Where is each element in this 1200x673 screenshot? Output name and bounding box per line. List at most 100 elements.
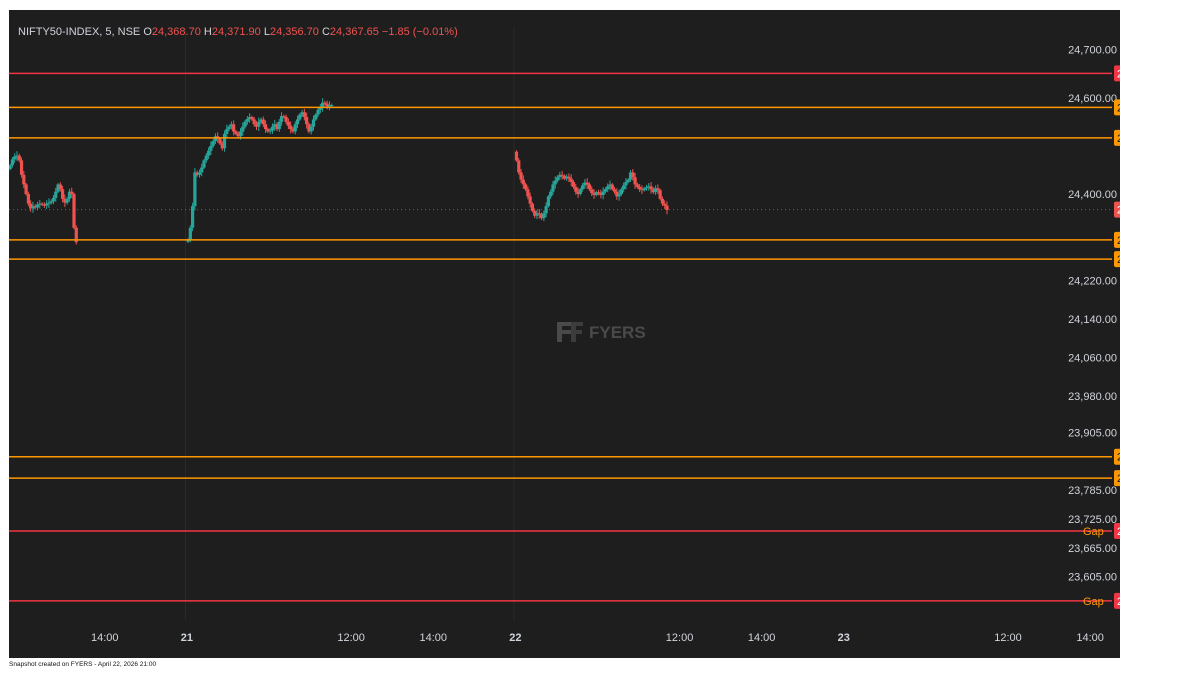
candle-body	[642, 188, 646, 191]
candle-body	[51, 197, 56, 202]
x-tick-label: 14:00	[419, 632, 447, 644]
gap-note: Gap	[1083, 596, 1104, 608]
candle-body	[24, 184, 28, 195]
candle	[658, 188, 662, 201]
ohlc-header: NIFTY50-INDEX, 5, NSE O24,368.70 H24,371…	[18, 26, 458, 38]
candle-body	[65, 198, 69, 203]
candle-body	[284, 117, 288, 122]
candle-body	[218, 138, 222, 144]
candle-body	[263, 124, 268, 130]
candle-body	[571, 182, 576, 187]
candle-body	[9, 165, 12, 170]
candle-body	[227, 126, 231, 130]
candle	[74, 225, 78, 245]
candle-body	[567, 176, 571, 179]
candle-body	[47, 202, 51, 204]
candle-body	[252, 119, 256, 125]
x-tick-label: 12:00	[666, 632, 694, 644]
candle-body	[537, 213, 541, 215]
candle	[546, 195, 551, 208]
candle	[517, 157, 521, 175]
candle-body	[302, 112, 306, 118]
low-value: 24,356.70	[270, 26, 319, 38]
candle-body	[578, 189, 582, 195]
x-tick-label: 21	[181, 632, 193, 644]
snapshot-note: Snapshot created on FYERS - April 22, 20…	[9, 661, 157, 668]
candle-body	[560, 174, 564, 176]
x-tick-label: 12:00	[994, 632, 1022, 644]
candle-body	[40, 203, 44, 205]
candle-body	[268, 130, 272, 132]
candle-body	[546, 196, 551, 207]
candle-body	[197, 172, 202, 175]
candle-body	[610, 184, 614, 190]
high-value: 24,371.90	[212, 26, 261, 38]
gap-note: Gap	[1083, 526, 1104, 538]
candle-body	[626, 179, 630, 183]
candle-body	[649, 186, 653, 190]
candle-body	[553, 180, 557, 185]
level-price-label: 23,809.65	[1117, 473, 1120, 485]
y-tick-label: 24,600.00	[1068, 93, 1117, 105]
level-price-label: 24,264.70	[1117, 254, 1120, 266]
y-tick-label: 23,605.00	[1068, 572, 1117, 584]
candle-body	[234, 131, 238, 134]
y-tick-label: 23,665.00	[1068, 543, 1117, 555]
close-value: 24,367.65	[330, 26, 379, 38]
last-price-label: 24,367.65	[1117, 205, 1120, 217]
candle-body	[526, 189, 530, 197]
candle-body	[204, 155, 208, 161]
candle-body	[17, 155, 21, 161]
candle-body	[289, 125, 293, 130]
candle-body	[316, 109, 320, 115]
candle-body	[603, 189, 608, 192]
chart-panel[interactable]: FYERS 24,700.00 24,600.00 24,400.00 24,220.0…	[9, 10, 1120, 658]
candle-body	[606, 186, 610, 190]
candle-body	[250, 117, 254, 120]
candle-body	[574, 186, 578, 192]
candle-body	[631, 172, 635, 178]
candle-body	[257, 121, 261, 127]
y-tick-label: 23,905.00	[1068, 427, 1117, 439]
candle	[530, 202, 535, 213]
candle-body	[60, 189, 65, 199]
candle-body	[622, 185, 626, 190]
candle-body	[45, 203, 49, 206]
candle-body	[305, 117, 309, 125]
candle-body	[581, 185, 585, 190]
candle-body	[22, 174, 26, 185]
candle-body	[323, 102, 327, 104]
open-value: 24,368.70	[152, 26, 201, 38]
level-price-label: 24,580.00	[1117, 102, 1120, 114]
candle-body	[222, 133, 227, 149]
candle-body	[596, 192, 601, 194]
candle-body	[241, 126, 245, 132]
x-tick-label: 12:00	[337, 632, 365, 644]
level-price-label: 23,700.00	[1117, 526, 1120, 538]
y-tick-label: 24,060.00	[1068, 353, 1117, 365]
candle-body	[35, 204, 40, 208]
candle-body	[528, 196, 532, 204]
y-tick-label: 24,700.00	[1068, 45, 1117, 57]
candle	[191, 202, 195, 232]
candle-body	[54, 191, 58, 198]
candle-body	[277, 121, 281, 130]
candle	[202, 158, 206, 170]
candle-body	[551, 184, 555, 192]
level-price-label: 24,650.60	[1117, 68, 1120, 80]
candle-body	[619, 189, 623, 195]
candle-body	[587, 184, 592, 190]
candle-body	[202, 160, 206, 168]
candle-body	[261, 119, 265, 125]
candle-body	[26, 194, 30, 204]
candle-body	[200, 167, 204, 173]
candle-body	[19, 160, 24, 175]
candle-body	[330, 105, 334, 107]
candle-body	[72, 194, 76, 228]
candle-body	[635, 184, 639, 187]
candle-body	[569, 178, 573, 183]
price-chart[interactable]: FYERS 24,700.00 24,600.00 24,400.00 24,220.0…	[9, 10, 1120, 658]
candle-body	[298, 114, 302, 120]
y-tick-label: 23,980.00	[1068, 391, 1117, 403]
candle-body	[601, 191, 605, 196]
